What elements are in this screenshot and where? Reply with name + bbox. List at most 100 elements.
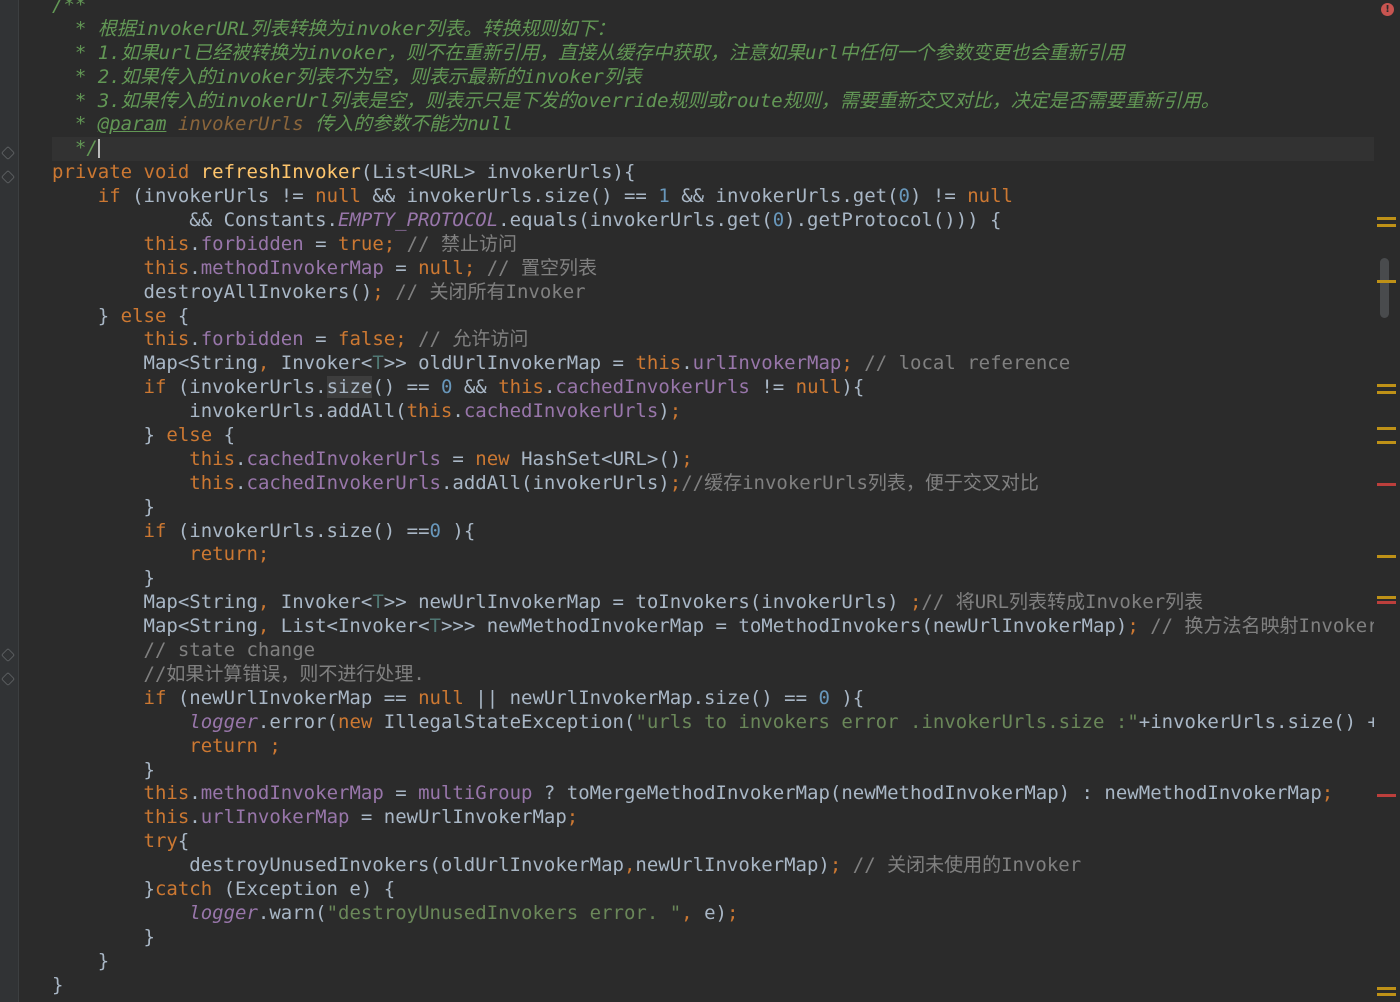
code-line[interactable]: this.cachedInvokerUrls = new HashSet<URL… <box>52 448 1374 472</box>
error-marker[interactable] <box>1377 601 1396 604</box>
code-line[interactable]: } <box>52 567 1374 591</box>
code-token: forbidden <box>200 232 304 255</box>
warning-marker[interactable] <box>1377 555 1396 558</box>
warning-marker[interactable] <box>1377 217 1396 220</box>
warning-marker[interactable] <box>1377 384 1396 387</box>
code-line[interactable]: * 根据invokerURL列表转换为invoker列表。转换规则如下： <box>52 18 1374 42</box>
code-token: 0 <box>818 686 830 709</box>
code-token: new <box>475 447 510 470</box>
code-line[interactable]: } else { <box>52 305 1374 329</box>
code-line[interactable]: Map<String, Invoker<T>> newUrlInvokerMap… <box>52 591 1374 615</box>
code-area[interactable]: /** * 根据invokerURL列表转换为invoker列表。转换规则如下：… <box>52 0 1374 997</box>
code-token: } <box>52 877 155 900</box>
code-token: T <box>372 591 384 614</box>
error-marker[interactable] <box>1377 483 1396 486</box>
code-line[interactable]: } else { <box>52 424 1374 448</box>
code-line[interactable]: this.forbidden = true; // 禁止访问 <box>52 233 1374 257</box>
code-line[interactable]: } <box>52 496 1374 520</box>
code-editor[interactable]: /** * 根据invokerURL列表转换为invoker列表。转换规则如下：… <box>0 0 1400 1002</box>
code-line[interactable]: this.methodInvokerMap = multiGroup ? toM… <box>52 782 1374 806</box>
code-line[interactable]: if (newUrlInvokerMap == null || newUrlIn… <box>52 687 1374 711</box>
code-line[interactable]: } <box>52 950 1374 974</box>
code-line[interactable]: if (invokerUrls.size() ==0 ){ <box>52 520 1374 544</box>
code-line[interactable]: * @param invokerUrls 传入的参数不能为null <box>52 113 1374 137</box>
code-token: = <box>303 328 339 351</box>
warning-marker[interactable] <box>1377 596 1396 599</box>
warning-marker[interactable] <box>1377 224 1396 227</box>
code-line[interactable]: return; <box>52 543 1374 567</box>
code-token: T <box>429 615 441 638</box>
code-line[interactable]: * 1.如果url已经被转换为invoker，则不在重新引用，直接从缓存中获取，… <box>52 42 1374 66</box>
code-token: this <box>143 806 190 829</box>
code-line[interactable]: && Constants.EMPTY_PROTOCOL.equals(invok… <box>52 209 1374 233</box>
code-token: ) != <box>910 185 968 208</box>
code-line[interactable]: }catch (Exception e) { <box>52 878 1374 902</box>
editor-gutter[interactable] <box>0 0 19 1002</box>
code-token: // state change <box>52 639 316 662</box>
code-line[interactable]: invokerUrls.addAll(this.cachedInvokerUrl… <box>52 400 1374 424</box>
code-line[interactable]: if (invokerUrls.size() == 0 && this.cach… <box>52 376 1374 400</box>
code-line[interactable]: Map<String, Invoker<T>> oldUrlInvokerMap… <box>52 352 1374 376</box>
code-line[interactable]: /** <box>52 0 1374 18</box>
code-line[interactable]: logger.error(new IllegalStateException("… <box>52 711 1374 735</box>
error-indicator-icon[interactable]: ! <box>1381 3 1394 16</box>
code-line[interactable]: } <box>52 974 1374 998</box>
code-line[interactable]: this.methodInvokerMap = null; // 置空列表 <box>52 257 1374 281</box>
code-line[interactable]: destroyUnusedInvokers(oldUrlInvokerMap,n… <box>52 854 1374 878</box>
code-line[interactable]: this.forbidden = false; // 允许访问 <box>52 328 1374 352</box>
code-line[interactable]: //如果计算错误，则不进行处理. <box>52 663 1374 687</box>
fold-marker-icon[interactable] <box>0 647 16 663</box>
code-line[interactable]: Map<String, List<Invoker<T>>> newMethodI… <box>52 615 1375 639</box>
code-token: ; <box>669 400 682 423</box>
code-token: .error( <box>257 710 338 733</box>
error-marker[interactable] <box>1377 794 1396 797</box>
code-token: this <box>189 471 236 494</box>
code-line[interactable]: if (invokerUrls != null && invokerUrls.s… <box>52 185 1374 209</box>
code-line[interactable]: // state change <box>52 639 1374 663</box>
code-token: return; <box>189 543 270 566</box>
code-line[interactable]: } <box>52 759 1374 783</box>
code-line[interactable]: destroyAllInvokers(); // 关闭所有Invoker <box>52 281 1374 305</box>
fold-marker-icon[interactable] <box>0 169 16 185</box>
warning-marker[interactable] <box>1377 427 1396 430</box>
code-token: ).getProtocol())) { <box>784 209 1002 232</box>
code-token: = <box>303 232 339 255</box>
code-line[interactable]: this.cachedInvokerUrls.addAll(invokerUrl… <box>52 472 1374 496</box>
code-line[interactable]: logger.warn("destroyUnusedInvokers error… <box>52 902 1374 926</box>
code-line[interactable]: try{ <box>52 830 1374 854</box>
scroll-thumb[interactable] <box>1380 258 1389 318</box>
warning-marker[interactable] <box>1377 280 1396 283</box>
warning-marker[interactable] <box>1377 993 1396 996</box>
code-line[interactable]: * 2.如果传入的invoker列表不为空，则表示最新的invoker列表 <box>52 66 1374 90</box>
code-token: this <box>143 328 190 351</box>
code-token: ){ <box>841 376 865 399</box>
warning-marker[interactable] <box>1377 441 1396 444</box>
code-token: Map<String <box>52 591 258 614</box>
code-line[interactable]: return ; <box>52 735 1374 759</box>
editor-scrollbar[interactable]: ! <box>1374 0 1400 1002</box>
code-line[interactable]: */ <box>52 137 1374 162</box>
code-token: && Constants. <box>52 209 338 232</box>
code-token: * 根据invokerURL列表转换为invoker列表。转换规则如下： <box>52 17 616 40</box>
code-token: destroyAllInvokers() <box>52 280 373 303</box>
fold-marker-icon[interactable] <box>0 671 16 687</box>
code-line[interactable]: this.urlInvokerMap = newUrlInvokerMap; <box>52 806 1374 830</box>
code-line[interactable]: } <box>52 926 1374 950</box>
code-token: ; <box>1127 615 1139 638</box>
code-token: e) <box>692 901 727 924</box>
warning-marker[interactable] <box>1377 391 1396 394</box>
code-token: . <box>235 447 247 470</box>
code-token: HashSet<URL>() <box>509 447 682 470</box>
code-token: || newUrlInvokerMap.size() == <box>463 686 819 709</box>
fold-marker-icon[interactable] <box>0 145 16 161</box>
warning-marker[interactable] <box>1377 987 1396 990</box>
code-line[interactable]: private void refreshInvoker(List<URL> in… <box>52 161 1374 185</box>
code-token: 0 <box>772 209 785 232</box>
code-token: destroyUnusedInvokers(oldUrlInvokerMap <box>52 854 624 877</box>
code-line[interactable]: * 3.如果传入的invokerUrl列表是空，则表示只是下发的override… <box>52 90 1374 114</box>
code-token: else <box>166 424 213 447</box>
